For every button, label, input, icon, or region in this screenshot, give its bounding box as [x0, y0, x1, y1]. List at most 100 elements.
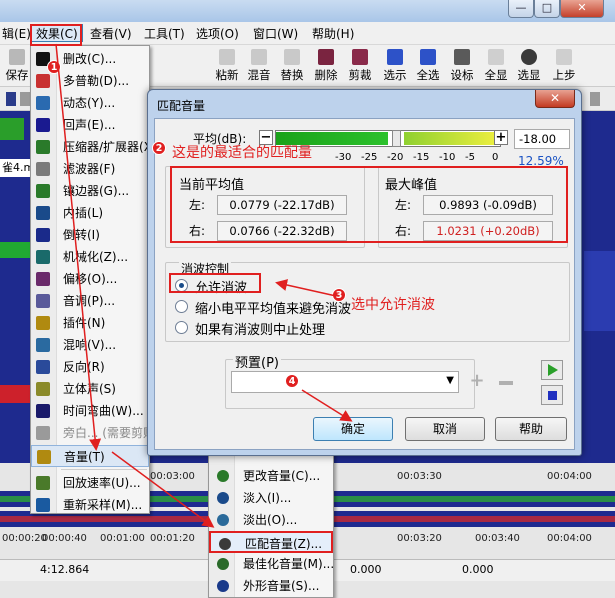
- effects-menu-item[interactable]: 反向(R): [31, 356, 149, 378]
- meter-scale-label: -15: [413, 152, 430, 163]
- volume-icon: [37, 450, 51, 464]
- minimize-button[interactable]: —: [508, 0, 534, 18]
- playback-rate-icon: [36, 476, 50, 490]
- delete-button[interactable]: 删除: [311, 47, 341, 85]
- trim-button[interactable]: 剪裁: [345, 47, 375, 85]
- volume-menu-item[interactable]: 外形音量(S)...: [209, 575, 333, 597]
- volume-submenu: 更改音量(C)... 淡入(I)... 淡出(O)... 匹配音量(Z)... 最佳化音…: [208, 443, 334, 598]
- menu-help[interactable]: 帮助(H): [308, 25, 358, 43]
- effects-menu-item[interactable]: 内插(L): [31, 202, 149, 224]
- pitch-icon: [36, 294, 50, 308]
- cursor-tool-icon[interactable]: [6, 92, 16, 106]
- effects-menu-item[interactable]: 动态(Y)...: [31, 92, 149, 114]
- play-icon: [548, 364, 558, 376]
- effects-menu-item-label: 立体声(S): [63, 382, 116, 396]
- compressor-icon: [36, 140, 50, 154]
- volume-menu-item[interactable]: 最佳化音量(M)...: [209, 553, 334, 575]
- menu-options[interactable]: 选项(O): [192, 25, 243, 43]
- tool-right-icon[interactable]: [590, 92, 600, 106]
- effects-menu-item[interactable]: 插件(N): [31, 312, 149, 334]
- volume-menu-item[interactable]: 匹配音量(Z)...: [209, 531, 333, 553]
- undo-button[interactable]: 上步: [549, 47, 579, 85]
- effects-menu-item-label: 滤波器(F): [63, 162, 116, 176]
- volume-menu-item-label: 淡出(O)...: [243, 513, 298, 527]
- volume-menu-item-label: 外形音量(S)...: [243, 579, 320, 593]
- slider-thumb[interactable]: [392, 130, 401, 147]
- abort-on-clip-label[interactable]: 如果有消波则中止处理: [195, 319, 325, 338]
- dialog-close-button[interactable]: ✕: [535, 90, 575, 108]
- effects-menu-item[interactable]: 倒转(I): [31, 224, 149, 246]
- preview-stop-button[interactable]: [541, 385, 563, 405]
- zoom-all-button[interactable]: 全显: [481, 47, 511, 85]
- ok-button[interactable]: 确定: [313, 417, 393, 441]
- preset-dropdown[interactable]: ▼: [231, 371, 459, 393]
- waveform-green: [0, 242, 32, 258]
- effects-menu-item-label: 插件(N): [63, 316, 106, 330]
- effects-menu-item[interactable]: 音调(P)...: [31, 290, 149, 312]
- cancel-button[interactable]: 取消: [405, 417, 485, 441]
- effects-menu-item-label: 镶边器(G)...: [63, 184, 130, 198]
- plugin-icon: [36, 316, 50, 330]
- effects-menu-item[interactable]: 回声(E)...: [31, 114, 149, 136]
- select-all-button[interactable]: 全选: [413, 47, 443, 85]
- menu-separator: [61, 469, 147, 470]
- invert-wave-icon: [36, 228, 50, 242]
- effects-menu-item[interactable]: 回放速率(U)...: [31, 472, 149, 494]
- effects-menu-item-label: 反向(R): [63, 360, 105, 374]
- volume-menu-item[interactable]: 更改音量(C)...: [209, 465, 333, 487]
- effects-menu-item[interactable]: 滤波器(F): [31, 158, 149, 180]
- paste-new-button[interactable]: 粘新: [212, 47, 242, 85]
- interpolate-icon: [36, 206, 50, 220]
- meter-scale-label: -30: [335, 152, 352, 163]
- fade-in-icon: [217, 492, 229, 504]
- add-preset-icon[interactable]: +: [469, 372, 485, 390]
- average-input[interactable]: -18.00: [514, 129, 570, 149]
- waveform-right: [584, 251, 615, 331]
- meter-scale-label: -20: [387, 152, 404, 163]
- play-icon[interactable]: [0, 118, 24, 140]
- effects-menu-item-label: 重新采样(M)...: [63, 498, 143, 512]
- effects-menu-item[interactable]: 压缩器/扩展器(X)...: [31, 136, 168, 158]
- menu-window[interactable]: 窗口(W): [249, 25, 302, 43]
- effects-menu-item[interactable]: 混响(V)...: [31, 334, 149, 356]
- effects-menu-item[interactable]: 多普勒(D)...: [31, 70, 149, 92]
- effects-menu-item[interactable]: 偏移(O)...: [31, 268, 149, 290]
- dialog-title: 匹配音量: [157, 99, 206, 113]
- effects-menu-item[interactable]: 镶边器(G)...: [31, 180, 149, 202]
- mix-paste-icon: [251, 49, 267, 65]
- effects-menu-item-label: 机械化(Z)...: [63, 250, 129, 264]
- remove-preset-icon[interactable]: [499, 381, 513, 385]
- effects-menu-item[interactable]: 时间弯曲(W)...: [31, 400, 149, 422]
- maximize-button[interactable]: □: [534, 0, 560, 18]
- increase-button[interactable]: +: [494, 130, 508, 145]
- status-value: 0.000: [350, 563, 382, 576]
- waveform-red: [0, 385, 32, 403]
- volume-menu-item[interactable]: 淡入(I)...: [209, 487, 333, 509]
- preview-play-button[interactable]: [541, 360, 563, 380]
- time-label: 00:03:30: [397, 471, 442, 482]
- zoom-selection-button[interactable]: 选显: [514, 47, 544, 85]
- set-marker-button[interactable]: 设标: [447, 47, 477, 85]
- mix-paste-button[interactable]: 混音: [244, 47, 274, 85]
- select-view-button[interactable]: 选示: [380, 47, 410, 85]
- volume-menu-item[interactable]: 淡出(O)...: [209, 509, 333, 531]
- save-button[interactable]: 保存: [2, 47, 32, 85]
- close-window-button[interactable]: ✕: [560, 0, 604, 18]
- effects-menu-item[interactable]: 立体声(S): [31, 378, 149, 400]
- time-label: 00:01:20: [150, 533, 195, 544]
- reduce-average-label[interactable]: 缩小电平平均值来避免消波: [195, 298, 351, 317]
- menu-view[interactable]: 查看(V): [86, 25, 136, 43]
- tool-icon[interactable]: [20, 92, 30, 106]
- effects-menu-item[interactable]: 机械化(Z)...: [31, 246, 149, 268]
- effects-menu-item-label: 回放速率(U)...: [63, 476, 141, 490]
- effects-menu-item[interactable]: 重新采样(M)...: [31, 494, 149, 516]
- replace-button[interactable]: 替换: [277, 47, 307, 85]
- abort-on-clip-radio[interactable]: [175, 321, 188, 334]
- menu-tools[interactable]: 工具(T): [140, 25, 189, 43]
- effects-menu-item[interactable]: 音量(T): [31, 445, 149, 467]
- dynamics-icon: [36, 96, 50, 110]
- reduce-average-radio[interactable]: [175, 300, 188, 313]
- magnifier-icon: [521, 49, 537, 65]
- help-button[interactable]: 帮助: [495, 417, 567, 441]
- meter-scale-label: -5: [465, 152, 475, 163]
